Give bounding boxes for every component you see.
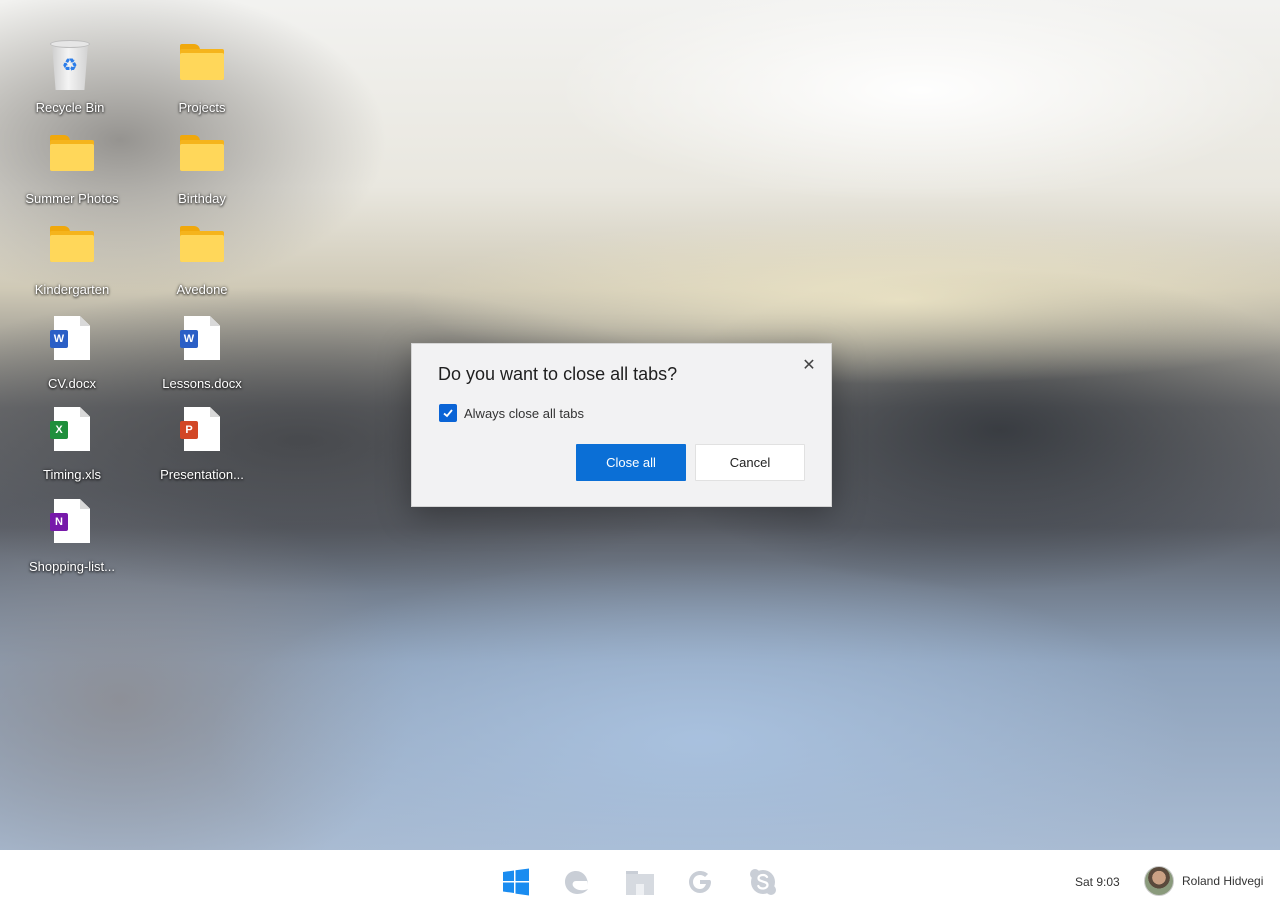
- user-name: Roland Hidvegi: [1182, 874, 1264, 888]
- folder-icon: [178, 131, 226, 183]
- powerpoint-document-icon: P: [178, 407, 226, 459]
- cancel-button[interactable]: Cancel: [695, 444, 805, 481]
- folder-icon: [178, 222, 226, 274]
- always-close-checkbox[interactable]: [439, 404, 457, 422]
- folder-icon: [178, 40, 226, 92]
- desktop-icon-label: Shopping-list...: [29, 559, 115, 574]
- desktop-icon-label: Birthday: [178, 191, 226, 206]
- desktop-icon-label: Presentation...: [160, 467, 244, 482]
- file-explorer-icon[interactable]: [624, 866, 656, 898]
- taskbar: Sat 9:03 Roland Hidvegi: [0, 850, 1280, 914]
- desktop-icon-label: Timing.xls: [42, 467, 102, 482]
- desktop-icon-timing-xls[interactable]: X Timing.xls: [12, 403, 132, 489]
- desktop-icon-cv-docx[interactable]: W CV.docx: [12, 312, 132, 398]
- desktop-icon-birthday[interactable]: Birthday: [142, 127, 262, 213]
- folder-icon: [48, 222, 96, 274]
- skype-icon[interactable]: [747, 866, 779, 898]
- always-close-checkbox-row[interactable]: Always close all tabs: [439, 404, 584, 422]
- desktop-icon-label: Recycle Bin: [35, 100, 105, 115]
- desktop-icon-label: CV.docx: [48, 376, 96, 391]
- onenote-document-icon: N: [48, 499, 96, 551]
- close-all-button[interactable]: Close all: [576, 444, 686, 481]
- checkmark-icon: [443, 409, 453, 418]
- desktop-icon-kindergarten[interactable]: Kindergarten: [12, 218, 132, 304]
- desktop-icon-label: Avedone: [176, 282, 228, 297]
- checkbox-label: Always close all tabs: [464, 405, 584, 421]
- close-tabs-dialog: Do you want to close all tabs? ✕ Always …: [411, 343, 832, 507]
- desktop-icon-presentation[interactable]: P Presentation...: [142, 403, 262, 489]
- taskbar-user[interactable]: Roland Hidvegi: [1144, 866, 1263, 896]
- close-icon[interactable]: ✕: [799, 356, 819, 376]
- dialog-title: Do you want to close all tabs?: [438, 364, 678, 384]
- word-document-icon: W: [48, 316, 96, 368]
- desktop-icon-summer-photos[interactable]: Summer Photos: [12, 127, 132, 213]
- recycle-bin-icon: ♻: [46, 40, 94, 92]
- windows-start-icon[interactable]: [500, 866, 532, 898]
- taskbar-clock[interactable]: Sat 9:03: [1075, 875, 1120, 889]
- edge-icon[interactable]: [561, 866, 593, 898]
- desktop-icon-recycle-bin[interactable]: ♻ Recycle Bin: [10, 36, 130, 122]
- desktop-icon-projects[interactable]: Projects: [142, 36, 262, 122]
- desktop-icon-shopping-list[interactable]: N Shopping-list...: [12, 495, 132, 581]
- desktop-icon-label: Kindergarten: [34, 282, 110, 297]
- word-document-icon: W: [178, 316, 226, 368]
- folder-icon: [48, 131, 96, 183]
- desktop-icon-label: Projects: [178, 100, 226, 115]
- desktop-icon-lessons-docx[interactable]: W Lessons.docx: [142, 312, 262, 398]
- excel-document-icon: X: [48, 407, 96, 459]
- desktop-icon-label: Lessons.docx: [162, 376, 242, 391]
- desktop-icon-label: Summer Photos: [25, 191, 119, 206]
- avatar: [1144, 866, 1174, 896]
- google-icon[interactable]: [684, 866, 716, 898]
- desktop-icon-avedone[interactable]: Avedone: [142, 218, 262, 304]
